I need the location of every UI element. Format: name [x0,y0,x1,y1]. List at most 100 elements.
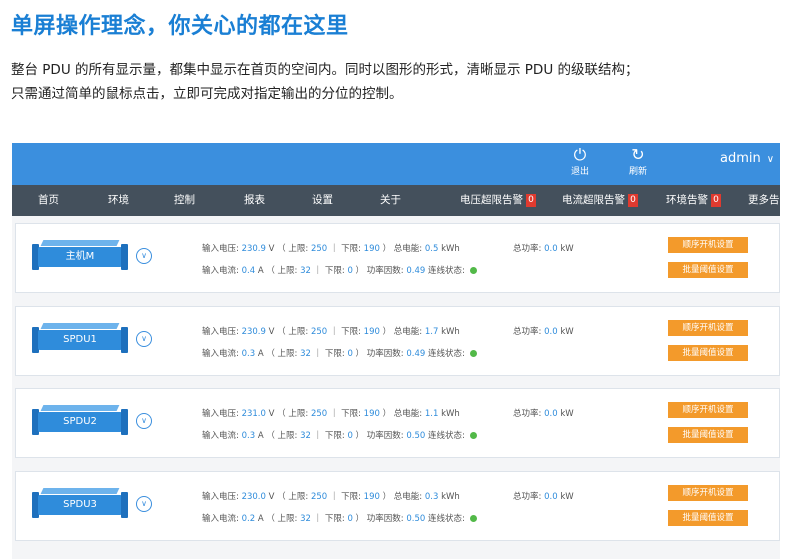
field-label: 连线状态: [427,349,465,359]
current-row: 输入电流: 0.2 A （ 上限: 32 ｜ 下限: 0 ） 功率因数: 0.5… [202,512,477,524]
field-label: 下限: [324,349,345,359]
power-value: 0.0 [544,492,558,502]
energy-value: 0.5 [424,244,439,254]
field-label: kW [560,492,574,502]
current-lower: 0 [347,266,353,276]
field-label: 输入电流: [202,431,239,441]
expand-chevron-icon[interactable]: ∨ [136,248,152,264]
total-power: 总功率: 0.0 kW [513,407,574,419]
nav-item-report[interactable]: 报表 [244,185,265,216]
alarm-count-badge: 0 [711,194,721,207]
field-label: V [268,327,275,337]
device-name: SPDU3 [38,495,122,515]
field-label: 下限: [341,409,361,419]
user-name: admin [720,151,761,166]
sequence-start-button[interactable]: 顺序开机设置 [668,402,748,418]
sequence-start-button[interactable]: 顺序开机设置 [668,485,748,501]
power-factor-value: 0.49 [406,266,426,276]
alarm-count-badge: 0 [526,194,536,207]
batch-threshold-button[interactable]: 批量阈值设置 [668,345,748,361]
user-menu[interactable]: admin ∨ [720,151,774,166]
power-value: 0.0 [544,244,558,254]
field-label: kW [560,244,574,254]
current-value: 0.3 [241,431,256,441]
power-factor-value: 0.49 [406,349,426,359]
voltage-lower: 190 [363,244,380,254]
sequence-start-button[interactable]: 顺序开机设置 [668,237,748,253]
voltage-value: 231.0 [241,409,266,419]
field-label: 输入电压: [202,492,239,502]
alarm-count-badge: 0 [628,194,638,207]
nav-item-home[interactable]: 首页 [38,185,59,216]
description-line-1: 整台 PDU 的所有显示量，都集中显示在首页的空间内。同时以图形的形式，清晰显示… [11,62,639,78]
field-label: 下限: [341,492,361,502]
voltage-value: 230.9 [241,327,266,337]
field-label: 输入电压: [202,244,239,254]
field-label: 下限: [324,266,345,276]
device-name: SPDU1 [38,330,122,350]
field-label: 连线状态: [427,431,465,441]
voltage-row: 输入电压: 231.0 V （ 上限: 250 ｜ 下限: 190 ） 总电能:… [202,409,460,419]
field-label: 总电能: [393,327,423,337]
current-row: 输入电流: 0.3 A （ 上限: 32 ｜ 下限: 0 ） 功率因数: 0.4… [202,347,477,359]
field-label: 上限: [277,349,298,359]
energy-value: 0.3 [424,492,439,502]
chevron-down-icon: ∨ [766,154,775,165]
logout-label: 退出 [570,167,589,177]
total-power: 总功率: 0.0 kW [513,325,574,337]
current-lower: 0 [347,431,353,441]
nav-item-more-alarms[interactable]: 更多告警 [748,185,780,216]
field-label: 下限: [324,514,345,524]
nav-item-environment[interactable]: 环境 [108,185,129,216]
device-pdu-icon[interactable]: SPDU3 [32,488,128,518]
field-label: V [268,409,275,419]
expand-chevron-icon[interactable]: ∨ [136,331,152,347]
voltage-row: 输入电压: 230.9 V （ 上限: 250 ｜ 下限: 190 ） 总电能:… [202,244,460,254]
sequence-start-button[interactable]: 顺序开机设置 [668,320,748,336]
expand-chevron-icon[interactable]: ∨ [136,496,152,512]
field-label: 连线状态: [427,266,465,276]
field-label: kW [560,409,574,419]
current-upper: 32 [300,431,311,441]
field-label: A [257,266,264,276]
nav-item-settings[interactable]: 设置 [312,185,333,216]
device-card-3: SPDU2 ∨ 输入电压: 231.0 V （ 上限: 250 ｜ 下限: 19… [15,388,780,458]
field-label: 总功率: [513,492,542,502]
field-label: 功率因数: [366,514,404,524]
nav-item-current-alarm[interactable]: 电流超限告警 0 [562,185,638,216]
nav-item-voltage-alarm[interactable]: 电压超限告警 0 [460,185,536,216]
voltage-lower: 190 [363,327,380,337]
current-lower: 0 [347,349,353,359]
voltage-value: 230.9 [241,244,266,254]
field-label: 总功率: [513,409,542,419]
total-power: 总功率: 0.0 kW [513,242,574,254]
device-pdu-icon[interactable]: 主机M [32,240,128,270]
voltage-value: 230.0 [241,492,266,502]
field-label: V [268,244,275,254]
refresh-button[interactable]: ↻ 刷新 [620,145,656,179]
logout-button[interactable]: ⏻ 退出 [562,145,598,179]
batch-threshold-button[interactable]: 批量阈值设置 [668,510,748,526]
voltage-upper: 250 [310,327,328,337]
field-label: V [268,492,275,502]
nav-item-control[interactable]: 控制 [174,185,195,216]
field-label: 上限: [277,514,298,524]
nav-item-about[interactable]: 关于 [380,185,401,216]
power-icon: ⏻ [573,145,587,164]
device-pdu-icon[interactable]: SPDU1 [32,323,128,353]
energy-value: 1.1 [424,409,439,419]
field-label: 上限: [288,409,309,419]
batch-threshold-button[interactable]: 批量阈值设置 [668,262,748,278]
description: 整台 PDU 的所有显示量，都集中显示在首页的空间内。同时以图形的形式，清晰显示… [11,58,781,106]
field-label: 上限: [277,266,298,276]
device-pdu-icon[interactable]: SPDU2 [32,405,128,435]
total-power: 总功率: 0.0 kW [513,490,574,502]
batch-threshold-button[interactable]: 批量阈值设置 [668,427,748,443]
field-label: 输入电流: [202,349,239,359]
field-label: 下限: [341,327,361,337]
expand-chevron-icon[interactable]: ∨ [136,413,152,429]
nav-item-env-alarm[interactable]: 环境告警 0 [666,185,721,216]
voltage-lower: 190 [363,409,380,419]
field-label: 功率因数: [366,266,404,276]
voltage-row: 输入电压: 230.0 V （ 上限: 250 ｜ 下限: 190 ） 总电能:… [202,492,460,502]
